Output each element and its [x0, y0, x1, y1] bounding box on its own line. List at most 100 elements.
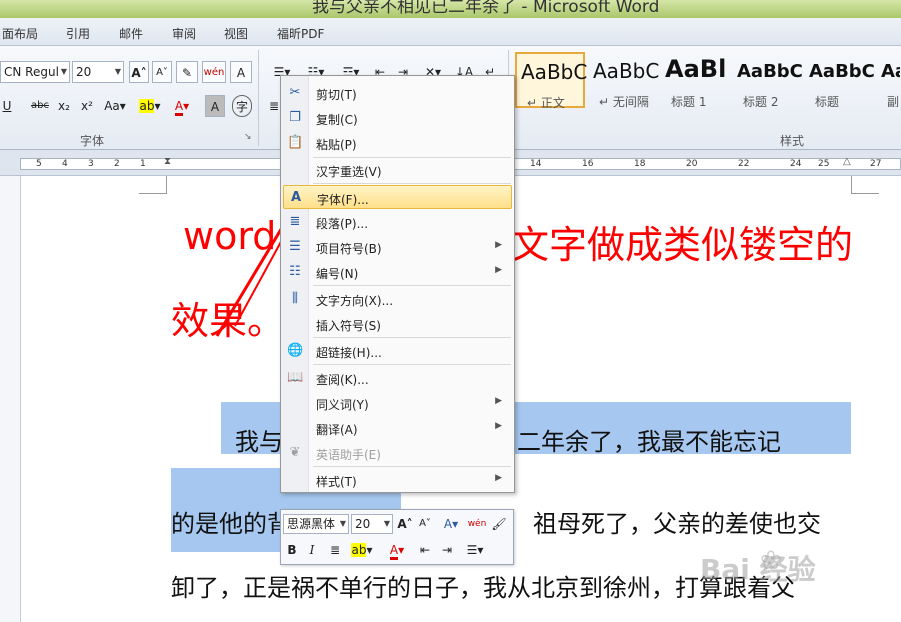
grow-font-button[interactable]: A˄ [129, 61, 149, 83]
style-preview: AaBbC [521, 60, 588, 84]
menu-item-label: 同义词(Y) [316, 398, 369, 412]
grow-font-icon: A˄ [131, 66, 147, 80]
mini-format-painter-button[interactable]: 🖌 [489, 514, 509, 534]
mini-grow-font-button[interactable]: A˄ [396, 514, 414, 534]
align-center-icon: ≣ [329, 543, 341, 557]
chevron-down-icon[interactable]: ▼ [61, 62, 67, 82]
enclose-char-icon: 字 [235, 100, 248, 114]
mini-phonetic-button[interactable]: wén [467, 514, 487, 534]
font-dialog-launcher-icon[interactable]: ↘ [244, 132, 252, 142]
submenu-arrow-icon: ▶ [495, 265, 502, 275]
shrink-font-button[interactable]: A˅ [152, 61, 172, 83]
tab-view[interactable]: 视图 [224, 25, 248, 42]
ruler-number: 4 [62, 159, 68, 169]
highlighter-icon: ab [139, 99, 155, 113]
menu-item-cut[interactable]: ✂ 剪切(T) [283, 81, 512, 105]
mini-styles-button[interactable]: A▾ [439, 514, 463, 534]
mini-font-size-combo[interactable]: 20 ▼ [351, 514, 393, 534]
menu-item-insert-symbol[interactable]: 插入符号(S) [283, 312, 512, 336]
watermark-text: Bai 经验 [700, 553, 816, 586]
mini-font-name-combo[interactable]: 思源黑体 ▼ [283, 514, 349, 534]
bold-icon: B [287, 543, 297, 557]
font-size-value: 20 [76, 65, 92, 79]
menu-item-label: 粘贴(P) [316, 138, 357, 152]
text-direction-icon: ⫼ [292, 291, 298, 306]
mini-shrink-font-button[interactable]: A˅ [417, 514, 433, 534]
char-border-button[interactable]: A [230, 61, 252, 83]
font-color-button[interactable]: A▾ [168, 95, 196, 117]
font-size-combo[interactable]: 20 ▼ [72, 61, 124, 83]
style-normal[interactable]: AaBbC ↵ 正文 [515, 52, 588, 110]
tab-review[interactable]: 审阅 [172, 25, 196, 42]
style-title[interactable]: AaBbC 标题 [804, 52, 875, 109]
mini-italic-button[interactable]: I [305, 540, 319, 560]
menu-item-paste[interactable]: 📋 粘贴(P) [283, 131, 512, 155]
submenu-arrow-icon: ▶ [495, 421, 502, 431]
menu-item-synonyms[interactable]: 同义词(Y) ▶ [283, 391, 512, 415]
ruler-number: 2 [114, 159, 120, 169]
paragraph-mark-icon: ↵ [599, 95, 613, 109]
baidu-watermark: Bai 经验 ❀ [700, 540, 860, 590]
change-case-button[interactable]: Aa▾ [101, 95, 129, 117]
style-heading-1[interactable]: AaBl 标题 1 [660, 52, 730, 109]
mini-bold-button[interactable]: B [285, 540, 299, 560]
menu-item-label: 编号(N) [316, 267, 359, 281]
menu-item-styles[interactable]: 样式(T) ▶ [283, 468, 512, 492]
menu-item-label: 复制(C) [316, 113, 358, 127]
chevron-down-icon[interactable]: ▼ [115, 62, 121, 82]
chevron-down-icon[interactable]: ▼ [384, 515, 390, 533]
menu-item-label: 剪切(T) [316, 88, 357, 102]
font-name-combo[interactable]: CN Regul ▼ [0, 61, 70, 83]
style-preview: AaBbC [809, 61, 875, 82]
shrink-font-icon: A˅ [419, 518, 431, 529]
tab-mailings[interactable]: 邮件 [119, 25, 143, 42]
chevron-down-icon[interactable]: ▼ [340, 515, 346, 533]
submenu-arrow-icon: ▶ [495, 240, 502, 250]
clear-format-button[interactable]: ✎ [176, 61, 198, 83]
menu-item-research[interactable]: 📖 查阅(K)... [283, 366, 512, 390]
mini-increase-indent-button[interactable]: ⇥ [439, 540, 455, 560]
ruler-number: 25 [818, 159, 830, 169]
subscript-button[interactable]: x₂ [55, 95, 73, 117]
phonetic-guide-button[interactable]: wén [202, 61, 226, 83]
right-indent-marker-icon[interactable]: △ [843, 156, 851, 167]
style-name: 副 [887, 95, 900, 108]
menu-item-reconvert[interactable]: 汉字重选(V) [283, 158, 512, 182]
mini-highlight-button[interactable]: ab▾ [347, 540, 377, 560]
menu-item-bullets[interactable]: ☰ 项目符号(B) ▶ [283, 235, 512, 259]
style-subtitle[interactable]: Aa 副 [876, 52, 901, 108]
menu-item-copy[interactable]: ❐ 复制(C) [283, 106, 512, 130]
menu-item-translate[interactable]: 翻译(A) ▶ [283, 416, 512, 440]
menu-item-paragraph[interactable]: ≣ 段落(P)... [283, 210, 512, 234]
menu-item-numbering[interactable]: ☷ 编号(N) ▶ [283, 260, 512, 284]
tab-foxit-pdf[interactable]: 福昕PDF [277, 25, 324, 42]
enclose-char-button[interactable]: 字 [232, 95, 252, 117]
mini-font-color-button[interactable]: A▾ [383, 540, 411, 560]
strikethrough-icon: abc [31, 100, 49, 111]
tab-page-layout[interactable]: 面布局 [2, 25, 38, 42]
tab-references[interactable]: 引用 [66, 25, 90, 42]
char-shading-button[interactable]: A [205, 95, 225, 117]
paste-icon: 📋 [287, 135, 304, 150]
highlight-button[interactable]: ab▾ [135, 95, 165, 117]
style-name: ↵ 正文 [527, 96, 565, 110]
underline-button[interactable]: U [0, 95, 14, 117]
ruler-number: 24 [790, 159, 802, 169]
menu-item-font[interactable]: A 字体(F)... [283, 185, 512, 209]
style-no-spacing[interactable]: AaBbC ↵ 无间隔 [588, 52, 659, 109]
menu-separator [313, 285, 511, 286]
style-heading-2[interactable]: AaBbC 标题 2 [732, 52, 803, 109]
mini-decrease-indent-button[interactable]: ⇤ [417, 540, 433, 560]
strikethrough-button[interactable]: abc [28, 95, 52, 117]
paw-icon: ❀ [760, 546, 782, 576]
indent-marker-icon[interactable]: ⧗ [164, 156, 171, 167]
italic-icon: I [309, 543, 315, 557]
menu-item-text-direction[interactable]: ⫼ 文字方向(X)... [283, 287, 512, 311]
style-name: ↵ 无间隔 [599, 95, 649, 109]
mini-center-button[interactable]: ≣ [327, 540, 343, 560]
window-title: 我与父亲不相见已二年余了 - Microsoft Word [312, 0, 660, 17]
menu-item-hyperlink[interactable]: 🌐 超链接(H)... [283, 339, 512, 363]
superscript-button[interactable]: x² [78, 95, 96, 117]
mini-bullets-button[interactable]: ☰▾ [461, 540, 489, 560]
mini-toolbar: 思源黑体 ▼ 20 ▼ A˄ A˅ A▾ wén 🖌 B I ≣ ab▾ A▾ ⇤ … [280, 509, 514, 565]
